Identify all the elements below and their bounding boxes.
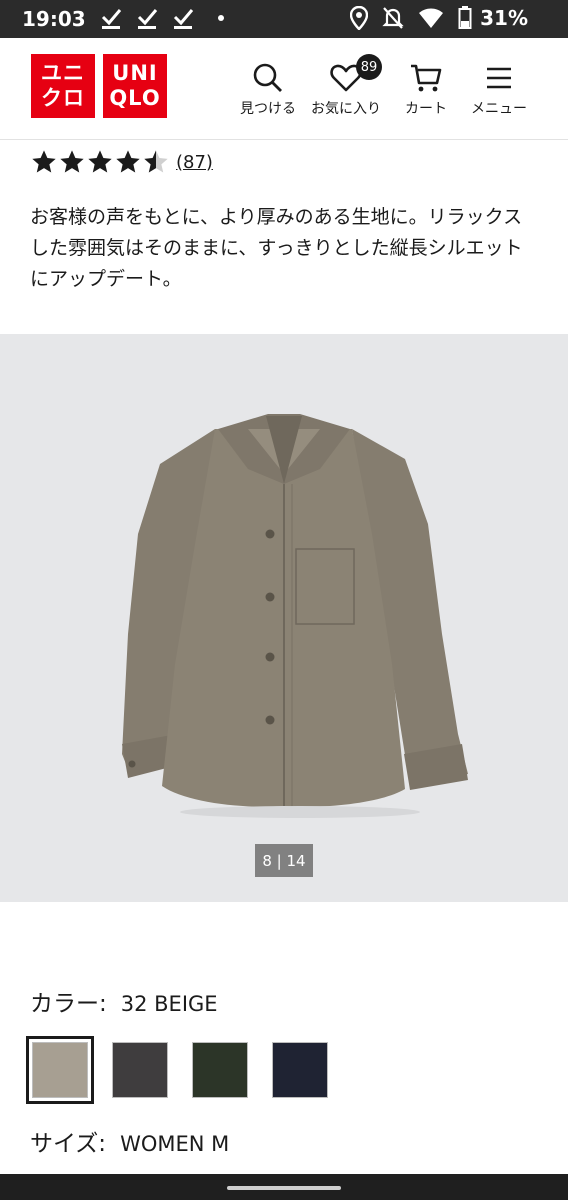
swatch-color	[32, 1042, 88, 1098]
nav-search-label: 見つける	[240, 101, 296, 117]
star-icon	[88, 150, 112, 173]
swatch-color	[112, 1042, 168, 1098]
swatch-beige[interactable]	[26, 1036, 94, 1104]
dot-icon	[218, 15, 224, 21]
mute-icon	[382, 7, 404, 29]
system-icons: 31%	[350, 6, 528, 30]
wifi-icon	[419, 8, 444, 28]
nav-cart[interactable]: カート	[405, 62, 447, 118]
check-icon	[173, 9, 194, 29]
logo-text: QLO	[109, 86, 161, 110]
logo-katakana: ユニ クロ	[31, 54, 95, 118]
swatch-color	[192, 1042, 248, 1098]
color-label: カラー:	[30, 991, 107, 1017]
nav-search[interactable]: 見つける	[240, 62, 296, 118]
product-image[interactable]: 8 | 14	[0, 334, 568, 902]
check-icon	[137, 9, 158, 29]
swatch-dark-gray[interactable]	[106, 1036, 174, 1104]
status-time: 19:03	[22, 7, 86, 31]
check-icon	[101, 9, 122, 29]
battery-icon	[458, 6, 472, 29]
color-value: 32 BEIGE	[120, 992, 218, 1016]
swatch-navy[interactable]	[266, 1036, 334, 1104]
cart-icon	[411, 64, 442, 92]
review-count-link[interactable]: (87)	[176, 152, 213, 173]
logo-text: ユニ	[41, 61, 85, 85]
nav-favorites-label: お気に入り	[311, 101, 381, 117]
status-bar: 19:03 31%	[0, 0, 568, 38]
size-value: WOMEN M	[120, 1132, 230, 1156]
swatch-color	[272, 1042, 328, 1098]
logo-text: クロ	[41, 86, 85, 110]
nav-favorites[interactable]: 89 お気に入り	[311, 54, 382, 118]
star-icon	[60, 150, 84, 173]
half-star-icon	[144, 150, 168, 173]
nav-cart-label: カート	[405, 101, 447, 117]
product-rating: (87)	[30, 148, 213, 176]
app-header: ユニ クロ UNI QLO 見つける 89 お気に入り カート メニュー	[0, 38, 568, 140]
home-gesture-bar[interactable]	[227, 1186, 341, 1190]
battery-percentage: 31%	[480, 6, 528, 30]
logo-text: UNI	[112, 61, 158, 85]
favorites-badge: 89	[356, 54, 382, 80]
color-selector-label: カラー: 32 BEIGE	[30, 984, 218, 1018]
size-label: サイズ:	[30, 1131, 107, 1157]
logo-latin: UNI QLO	[103, 54, 167, 118]
menu-icon	[487, 67, 511, 89]
product-description: お客様の声をもとに、より厚みのある生地に。リラックスした雰囲気はそのままに、すっ…	[30, 206, 523, 290]
notification-icons	[100, 6, 224, 30]
nav-menu-label: メニュー	[471, 101, 527, 117]
uniqlo-logo[interactable]: ユニ クロ UNI QLO	[31, 54, 167, 118]
color-swatches	[26, 1036, 334, 1104]
image-counter: 8 | 14	[255, 844, 313, 877]
shirt-image	[122, 414, 468, 818]
search-icon	[253, 63, 282, 92]
star-icon	[116, 150, 140, 173]
star-icon	[32, 150, 56, 173]
size-selector-label: サイズ: WOMEN M	[30, 1124, 229, 1158]
system-nav-bar	[0, 1174, 568, 1200]
location-icon	[350, 6, 369, 30]
swatch-olive[interactable]	[186, 1036, 254, 1104]
nav-menu[interactable]: メニュー	[471, 62, 527, 118]
